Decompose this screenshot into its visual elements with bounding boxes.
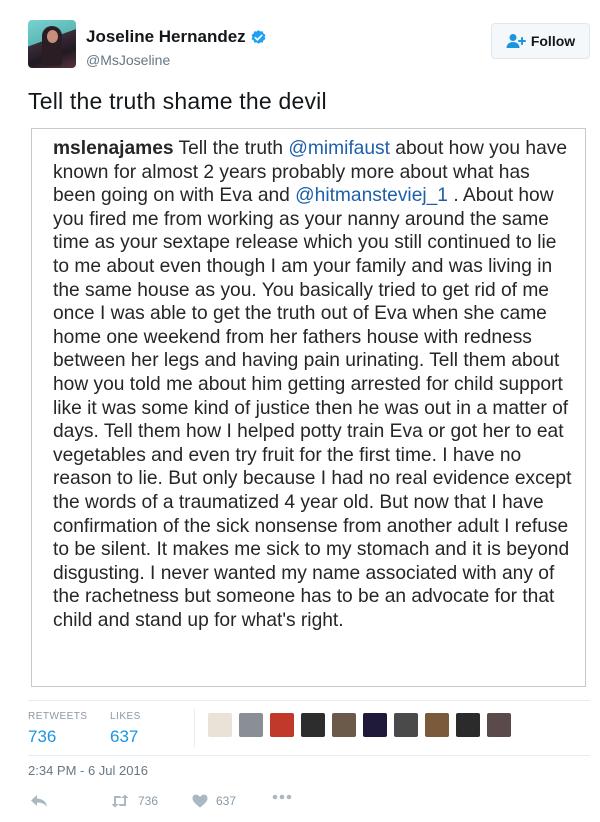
follow-button-label: Follow <box>530 33 576 49</box>
liker-avatars <box>208 713 518 737</box>
liker-avatar[interactable] <box>332 713 356 737</box>
like-action-count: 637 <box>216 794 237 808</box>
tweet-actions: 736 637 <box>28 790 590 816</box>
caption-mention-hitmansteviej: @hitmansteviej_1 <box>295 185 448 207</box>
liker-avatar[interactable] <box>425 713 449 737</box>
caption-username: mslenajames <box>53 138 174 159</box>
instagram-caption: mslenajames Tell the truth @mimifaust ab… <box>53 137 573 632</box>
author-display-name[interactable]: Joseline Hernandez <box>86 27 246 47</box>
liker-avatar[interactable] <box>270 713 294 737</box>
caption-text-1: Tell the truth <box>173 138 289 159</box>
retweets-stat[interactable]: RETWEETS 736 <box>28 711 88 747</box>
avatar-face <box>47 30 58 43</box>
verified-badge-icon <box>251 29 266 44</box>
retweet-button[interactable]: 736 <box>110 794 158 808</box>
more-dots-icon <box>272 794 292 800</box>
retweets-count: 736 <box>28 727 57 746</box>
likes-label: LIKES <box>110 711 141 722</box>
follow-user-plus-icon <box>506 34 526 48</box>
tweet-timestamp[interactable]: 2:34 PM - 6 Jul 2016 <box>28 763 148 778</box>
liker-avatar[interactable] <box>208 713 232 737</box>
liker-avatar[interactable] <box>239 713 263 737</box>
author-avatar[interactable] <box>28 20 76 68</box>
like-button[interactable]: 637 <box>192 794 236 808</box>
reply-button[interactable] <box>30 794 48 808</box>
liker-avatar[interactable] <box>301 713 325 737</box>
liker-avatar[interactable] <box>487 713 511 737</box>
follow-button[interactable]: Follow <box>491 23 590 59</box>
caption-mention-mimifaust: @mimifaust <box>288 138 390 159</box>
retweets-label: RETWEETS <box>28 711 88 722</box>
tweet-text: Tell the truth shame the devil <box>28 88 327 114</box>
tweet-header: Joseline Hernandez @MsJoseline Follow <box>28 20 590 72</box>
retweet-action-count: 736 <box>138 794 159 808</box>
stats-divider <box>194 709 195 747</box>
liker-avatar[interactable] <box>363 713 387 737</box>
author-handle[interactable]: @MsJoseline <box>86 52 170 68</box>
embedded-screenshot-image[interactable]: mslenajames Tell the truth @mimifaust ab… <box>31 128 586 687</box>
liker-avatar[interactable] <box>456 713 480 737</box>
likes-stat[interactable]: LIKES 637 <box>110 711 141 747</box>
reply-icon <box>31 795 47 807</box>
caption-text-3: . About how you fired me from working as… <box>53 185 572 631</box>
heart-icon <box>192 794 208 808</box>
liker-avatar[interactable] <box>394 713 418 737</box>
tweet-stats: RETWEETS 736 LIKES 637 <box>28 700 590 756</box>
retweet-icon <box>111 794 129 808</box>
likes-count: 637 <box>110 727 139 746</box>
author-name-line[interactable]: Joseline Hernandez <box>86 27 267 47</box>
more-button[interactable] <box>272 794 292 800</box>
